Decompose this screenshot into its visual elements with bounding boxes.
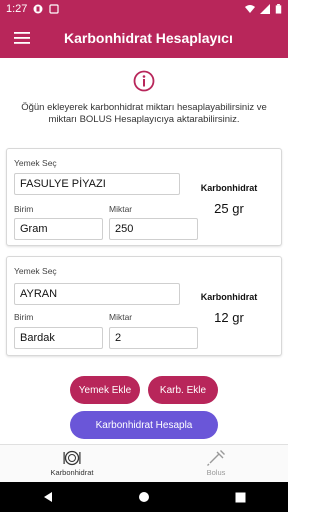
app-bar: Karbonhidrat Hesaplayıcı — [0, 18, 288, 58]
food-card: Yemek Seç AYRAN Birim Bardak Miktar 2 Ka… — [6, 256, 282, 356]
info-text: Öğün ekleyerek karbonhidrat miktarı hesa… — [21, 102, 267, 125]
unit-field[interactable]: Gram — [14, 218, 103, 240]
food-select-label: Yemek Seç — [14, 266, 57, 276]
nav-item-carb[interactable]: Karbonhidrat — [0, 445, 144, 482]
nav-label-bolus: Bolus — [206, 468, 226, 477]
syringe-icon — [207, 450, 225, 466]
unit-label: Birim — [14, 204, 34, 214]
calculate-carb-button[interactable]: Karbonhidrat Hesapla — [70, 411, 218, 439]
status-bar: 1:27 — [0, 0, 288, 18]
carb-value: 12 gr — [214, 310, 244, 325]
add-food-button[interactable]: Yemek Ekle — [70, 376, 140, 404]
bottom-nav: Karbonhidrat Bolus — [0, 444, 288, 482]
amount-label: Miktar — [109, 204, 133, 214]
info-section: Öğün ekleyerek karbonhidrat miktarı hesa… — [0, 70, 288, 126]
plate-cutlery-icon — [63, 450, 81, 466]
amount-label: Miktar — [109, 312, 133, 322]
nav-item-bolus[interactable]: Bolus — [144, 445, 288, 482]
carb-label: Karbonhidrat — [200, 292, 258, 302]
unit-field[interactable]: Bardak — [14, 327, 103, 349]
carb-value: 25 gr — [214, 201, 244, 216]
status-time: 1:27 — [6, 3, 28, 15]
food-card: Yemek Seç FASULYE PİYAZI Birim Gram Mikt… — [6, 148, 282, 246]
system-nav-bar — [0, 482, 288, 512]
carb-label: Karbonhidrat — [200, 183, 258, 193]
battery-icon — [275, 4, 282, 14]
hamburger-menu-icon — [14, 32, 30, 44]
info-icon — [133, 70, 155, 92]
unit-label: Birim — [14, 312, 34, 322]
menu-button[interactable] — [0, 18, 44, 58]
food-select-label: Yemek Seç — [14, 158, 57, 168]
notification-icon — [49, 4, 60, 14]
back-icon[interactable] — [42, 491, 54, 503]
home-icon[interactable] — [138, 491, 150, 503]
page-title: Karbonhidrat Hesaplayıcı — [64, 30, 233, 46]
shield-icon — [33, 4, 43, 14]
wifi-icon — [245, 5, 255, 13]
food-select-field[interactable]: AYRAN — [14, 283, 180, 305]
amount-field[interactable]: 250 — [109, 218, 198, 240]
food-select-field[interactable]: FASULYE PİYAZI — [14, 173, 180, 195]
nav-label-carb: Karbonhidrat — [50, 468, 94, 477]
amount-field[interactable]: 2 — [109, 327, 198, 349]
recents-icon[interactable] — [235, 492, 246, 503]
add-carb-button[interactable]: Karb. Ekle — [148, 376, 218, 404]
signal-icon — [260, 4, 270, 14]
